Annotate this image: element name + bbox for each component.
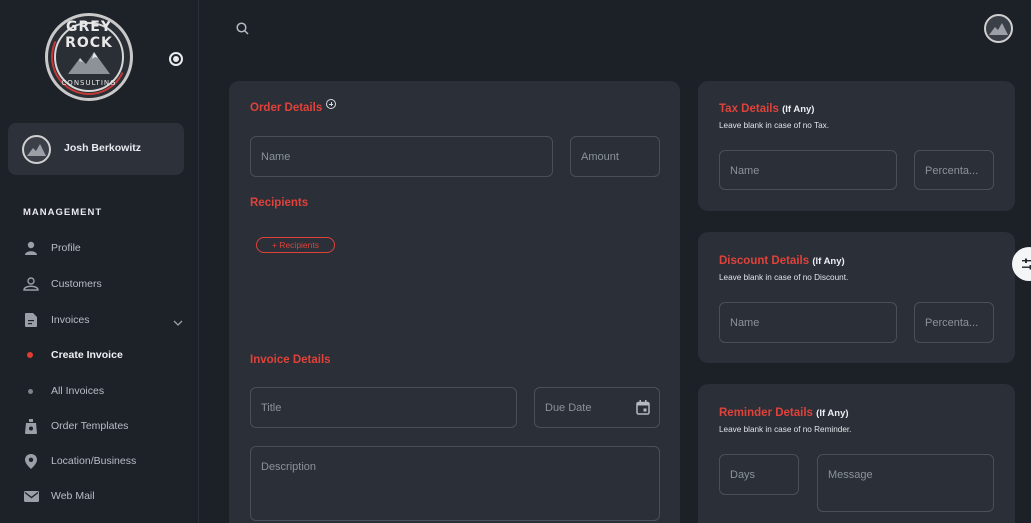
bag-icon [23,418,39,434]
recipients-title: Recipients [250,197,309,209]
mail-icon [23,488,39,504]
avatar-mountain-icon [27,144,46,156]
invoice-icon [23,312,39,328]
placeholder: Name [730,165,760,177]
avatar [22,135,51,164]
sidebar-item-label: Invoices [51,314,90,326]
sidebar-item-label: Location/Business [51,455,137,467]
reminder-title-suffix: (If Any) [816,408,849,419]
mountain-icon [68,52,110,74]
tax-details-title: Tax Details (If Any) [719,103,814,115]
user-name: Josh Berkowitz [64,142,142,154]
order-details-title: Order Details [250,102,323,114]
placeholder: Title [261,402,282,414]
placeholder: Description [261,461,317,473]
sidebar-item-label: Order Templates [51,420,129,432]
tax-title-suffix: (If Any) [782,104,815,115]
reminder-days-input[interactable]: Days [719,454,799,495]
person-icon [23,240,39,256]
sidebar-item-create-invoice[interactable]: Create Invoice [0,340,199,370]
placeholder: Message [828,469,873,481]
due-date-input[interactable]: Due Date [534,387,660,428]
sidebar-item-location-business[interactable]: Location/Business [0,446,199,476]
discount-title-suffix: (If Any) [812,256,845,267]
tax-card [698,81,1015,211]
sidebar-item-label: Web Mail [51,490,95,502]
discount-details-title: Discount Details (If Any) [719,255,845,267]
tax-name-input[interactable]: Name [719,150,897,190]
sidebar-item-label: All Invoices [51,385,105,397]
sidebar-item-label: Create Invoice [51,349,123,361]
placeholder: Amount [581,151,619,163]
tax-title-text: Tax Details [719,103,779,115]
order-amount-input[interactable]: Amount [570,136,660,177]
sidebar-item-label: Customers [51,278,102,290]
customers-icon [23,276,39,292]
sidebar-item-web-mail[interactable]: Web Mail [0,481,199,511]
invoice-details-title: Invoice Details [250,354,331,366]
sidebar-toggle-icon[interactable] [169,52,183,66]
chevron-down-icon[interactable] [173,311,183,330]
discount-name-input[interactable]: Name [719,302,897,343]
calendar-icon[interactable] [636,400,650,415]
sidebar-item-order-templates[interactable]: Order Templates [0,411,199,441]
grey-rock-logo[interactable]: GREY ROCK CONSULTING [45,13,133,101]
sidebar: GREY ROCK CONSULTING Josh Berkowitz MANA… [0,0,199,523]
description-textarea[interactable]: Description [250,446,660,521]
add-circle-icon[interactable] [326,99,336,109]
order-name-input[interactable]: Name [250,136,553,177]
discount-note: Leave blank in case of no Discount. [719,273,849,282]
add-recipients-button[interactable]: + Recipients [256,237,335,253]
placeholder: Name [261,151,291,163]
sidebar-item-invoices[interactable]: Invoices [0,305,199,335]
avatar-mountain-icon [989,23,1008,35]
logo-text-top: GREY ROCK [65,19,113,51]
sidebar-item-label: Profile [51,242,81,254]
placeholder: Percenta... [925,317,979,329]
placeholder: Due Date [545,402,592,414]
reminder-message-textarea[interactable]: Message [817,454,994,512]
active-dot-icon [27,352,33,358]
logo-text-bottom: CONSULTING [61,79,117,87]
reminder-note: Leave blank in case of no Reminder. [719,425,852,434]
section-label-management: MANAGEMENT [23,207,103,218]
placeholder: Percenta... [925,165,979,177]
discount-card [698,232,1015,363]
reminder-details-title: Reminder Details (If Any) [719,407,849,419]
tax-percentage-input[interactable]: Percenta... [914,150,994,190]
discount-percentage-input[interactable]: Percenta... [914,302,994,343]
sidebar-item-customers[interactable]: Customers [0,269,199,299]
location-icon [23,453,39,469]
dot-icon [28,388,33,394]
placeholder: Name [730,317,760,329]
sliders-icon [1022,258,1031,270]
reminder-title-text: Reminder Details [719,407,813,419]
search-icon[interactable] [236,22,249,35]
tax-note: Leave blank in case of no Tax. [719,121,829,130]
avatar[interactable] [984,14,1013,43]
invoice-title-input[interactable]: Title [250,387,517,428]
sidebar-item-profile[interactable]: Profile [0,233,199,263]
placeholder: Days [730,469,756,481]
sidebar-item-all-invoices[interactable]: All Invoices [0,376,199,406]
user-card[interactable]: Josh Berkowitz [8,123,184,175]
discount-title-text: Discount Details [719,255,810,267]
